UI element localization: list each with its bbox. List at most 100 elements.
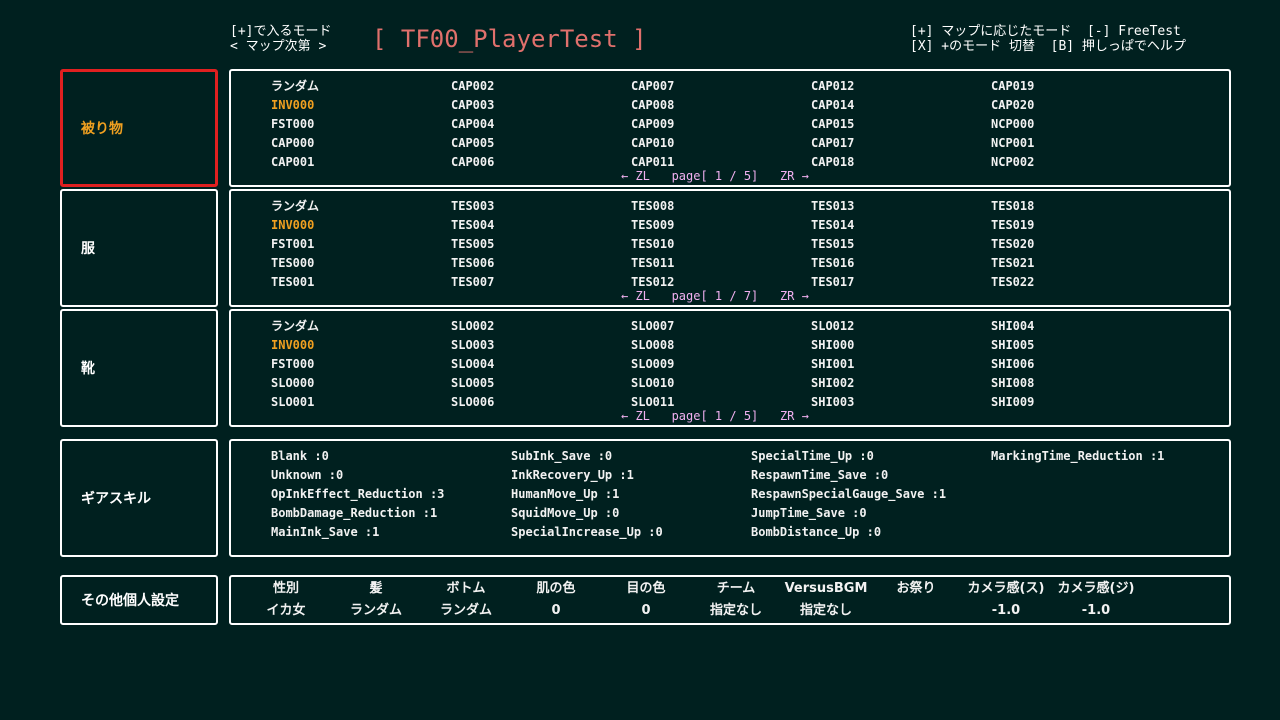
setting-value[interactable]: 指定なし — [691, 599, 781, 623]
page-indicator: ← ZL page[ 1 / 7] ZR → — [621, 289, 809, 303]
item-2-18[interactable]: SHI002 — [811, 374, 991, 393]
category-clothes[interactable]: 服 — [60, 189, 218, 307]
item-1-8[interactable]: TES006 — [451, 254, 631, 273]
setting-value[interactable]: ランダム — [421, 599, 511, 623]
category-headgear[interactable]: 被り物 — [60, 69, 218, 187]
item-2-21[interactable]: SHI005 — [991, 336, 1171, 355]
setting-header: お祭り — [896, 581, 936, 596]
item-0-22[interactable]: NCP000 — [991, 115, 1171, 134]
item-0-2[interactable]: FST000 — [271, 115, 451, 134]
category-label: ギアスキル — [81, 491, 151, 507]
setting-value[interactable]: -1.0 — [1051, 599, 1141, 623]
item-2-7[interactable]: SLO004 — [451, 355, 631, 374]
setting-value[interactable]: 0 — [511, 599, 601, 623]
category-gear-skills[interactable]: ギアスキル — [60, 439, 218, 557]
item-1-5[interactable]: TES003 — [451, 197, 631, 216]
item-2-9[interactable]: SLO006 — [451, 393, 631, 412]
page-indicator: ← ZL page[ 1 / 5] ZR → — [621, 169, 809, 183]
item-2-19[interactable]: SHI003 — [811, 393, 991, 412]
item-1-9[interactable]: TES007 — [451, 273, 631, 292]
setting-value[interactable]: ランダム — [331, 599, 421, 623]
item-1-17[interactable]: TES015 — [811, 235, 991, 254]
item-2-20[interactable]: SHI004 — [991, 317, 1171, 336]
setting-header: ボトム — [446, 581, 486, 596]
category-other-settings[interactable]: その他個人設定 — [60, 575, 218, 625]
item-0-12[interactable]: CAP009 — [631, 115, 811, 134]
item-0-6[interactable]: CAP003 — [451, 96, 631, 115]
item-0-18[interactable]: CAP017 — [811, 134, 991, 153]
item-0-23[interactable]: NCP001 — [991, 134, 1171, 153]
item-1-7[interactable]: TES005 — [451, 235, 631, 254]
item-1-13[interactable]: TES011 — [631, 254, 811, 273]
page-indicator: ← ZL page[ 1 / 5] ZR → — [621, 409, 809, 423]
item-2-22[interactable]: SHI006 — [991, 355, 1171, 374]
item-1-6[interactable]: TES004 — [451, 216, 631, 235]
setting-value[interactable] — [871, 599, 961, 623]
setting-value[interactable]: イカ女 — [241, 599, 331, 623]
item-1-2[interactable]: FST001 — [271, 235, 451, 254]
item-2-24[interactable]: SHI009 — [991, 393, 1171, 412]
item-2-6[interactable]: SLO003 — [451, 336, 631, 355]
item-2-12[interactable]: SLO009 — [631, 355, 811, 374]
item-1-1[interactable]: INV000 — [271, 216, 451, 235]
item-2-17[interactable]: SHI001 — [811, 355, 991, 374]
item-1-4[interactable]: TES001 — [271, 273, 451, 292]
item-1-19[interactable]: TES017 — [811, 273, 991, 292]
setting-value[interactable]: 指定なし — [781, 599, 871, 623]
item-1-15[interactable]: TES013 — [811, 197, 991, 216]
category-label: 被り物 — [81, 121, 123, 137]
item-0-9[interactable]: CAP006 — [451, 153, 631, 172]
item-1-0[interactable]: ランダム — [271, 197, 451, 216]
item-0-11[interactable]: CAP008 — [631, 96, 811, 115]
item-0-13[interactable]: CAP010 — [631, 134, 811, 153]
item-0-0[interactable]: ランダム — [271, 77, 451, 96]
item-2-2[interactable]: FST000 — [271, 355, 451, 374]
item-0-10[interactable]: CAP007 — [631, 77, 811, 96]
item-grid: ランダム INV000 FST001 TES000 TES001 TES003 TES004… — [271, 197, 1171, 292]
item-2-13[interactable]: SLO010 — [631, 374, 811, 393]
item-0-24[interactable]: NCP002 — [991, 153, 1171, 172]
item-2-16[interactable]: SHI000 — [811, 336, 991, 355]
item-2-11[interactable]: SLO008 — [631, 336, 811, 355]
controls-help-line1: [+] マップに応じたモード [-] FreeTest — [910, 24, 1181, 39]
item-2-0[interactable]: ランダム — [271, 317, 451, 336]
item-2-4[interactable]: SLO001 — [271, 393, 451, 412]
item-0-17[interactable]: CAP015 — [811, 115, 991, 134]
item-2-8[interactable]: SLO005 — [451, 374, 631, 393]
item-0-21[interactable]: CAP020 — [991, 96, 1171, 115]
item-0-8[interactable]: CAP005 — [451, 134, 631, 153]
item-1-11[interactable]: TES009 — [631, 216, 811, 235]
item-2-1[interactable]: INV000 — [271, 336, 451, 355]
setting-header: 髪 — [369, 581, 383, 596]
controls-help-line2: [X] +のモード 切替 [B] 押しっぱでヘルプ — [910, 39, 1186, 54]
item-0-4[interactable]: CAP001 — [271, 153, 451, 172]
item-0-19[interactable]: CAP018 — [811, 153, 991, 172]
item-2-10[interactable]: SLO007 — [631, 317, 811, 336]
page-title: [ TF00_PlayerTest ] — [372, 25, 647, 53]
item-0-15[interactable]: CAP012 — [811, 77, 991, 96]
item-0-3[interactable]: CAP000 — [271, 134, 451, 153]
category-shoes[interactable]: 靴 — [60, 309, 218, 427]
item-2-23[interactable]: SHI008 — [991, 374, 1171, 393]
item-1-20[interactable]: TES018 — [991, 197, 1171, 216]
item-1-18[interactable]: TES016 — [811, 254, 991, 273]
item-1-24[interactable]: TES022 — [991, 273, 1171, 292]
item-1-23[interactable]: TES021 — [991, 254, 1171, 273]
item-2-15[interactable]: SLO012 — [811, 317, 991, 336]
item-0-7[interactable]: CAP004 — [451, 115, 631, 134]
item-2-3[interactable]: SLO000 — [271, 374, 451, 393]
item-0-20[interactable]: CAP019 — [991, 77, 1171, 96]
item-0-16[interactable]: CAP014 — [811, 96, 991, 115]
item-1-3[interactable]: TES000 — [271, 254, 451, 273]
item-0-5[interactable]: CAP002 — [451, 77, 631, 96]
item-0-1[interactable]: INV000 — [271, 96, 451, 115]
item-1-22[interactable]: TES020 — [991, 235, 1171, 254]
item-1-10[interactable]: TES008 — [631, 197, 811, 216]
item-2-5[interactable]: SLO002 — [451, 317, 631, 336]
mode-hint-line2: < マップ次第 > — [230, 39, 327, 54]
item-1-12[interactable]: TES010 — [631, 235, 811, 254]
item-1-16[interactable]: TES014 — [811, 216, 991, 235]
setting-value[interactable]: 0 — [601, 599, 691, 623]
setting-value[interactable]: -1.0 — [961, 599, 1051, 623]
item-1-21[interactable]: TES019 — [991, 216, 1171, 235]
